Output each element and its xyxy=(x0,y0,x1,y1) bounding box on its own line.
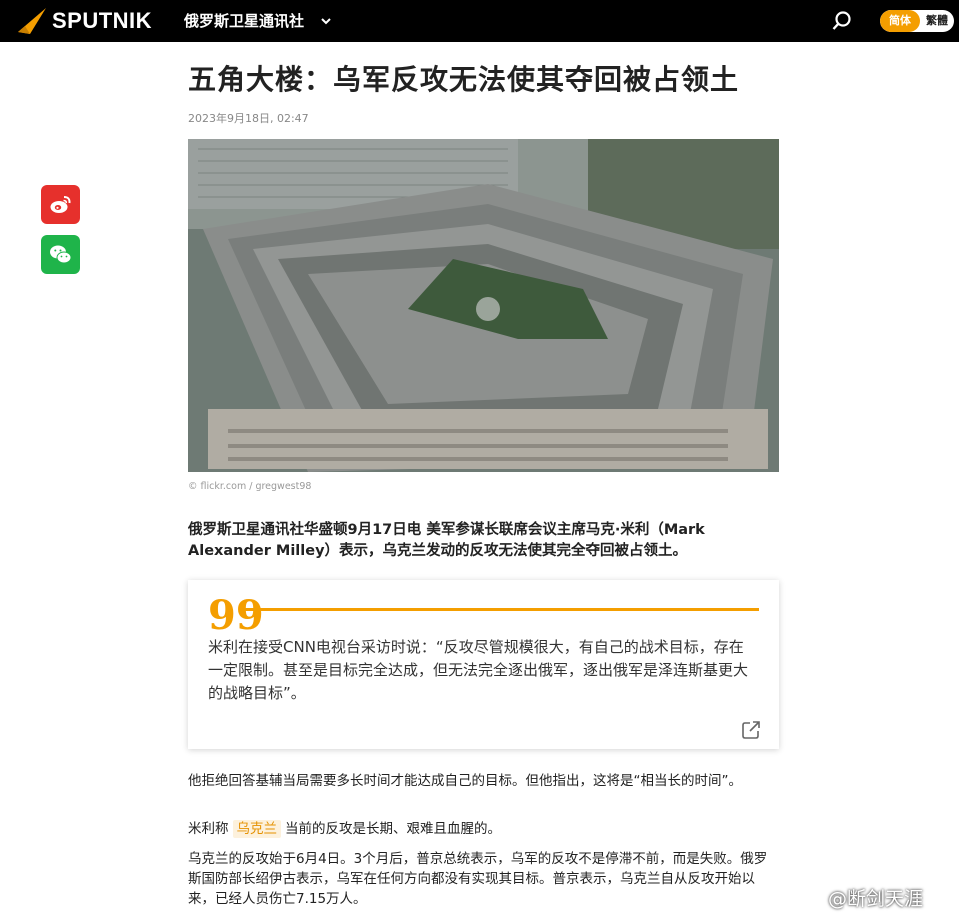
weibo-icon xyxy=(50,196,71,213)
weibo-watermark-icon xyxy=(791,887,822,910)
image-credit: © flickr.com / gregwest98 xyxy=(188,481,312,492)
article-title: 五角大楼：乌军反攻无法使其夺回被占领土 xyxy=(188,63,740,96)
article-photo-pentagon xyxy=(188,139,779,472)
lang-traditional-button[interactable]: 繁體 xyxy=(920,10,954,32)
logo-text: SPUTNIK xyxy=(52,8,153,33)
article-paragraph: 乌克兰的反攻始于6月4日。3个月后，普京总统表示，乌军的反攻不是停滞不前，而是失… xyxy=(188,851,768,907)
wechat-share-button[interactable] xyxy=(41,235,80,274)
sputnik-logo[interactable]: SPUTNIK xyxy=(16,5,152,37)
chevron-down-icon[interactable] xyxy=(320,15,332,27)
tag-link-ukraine[interactable]: 乌克兰 xyxy=(232,820,281,838)
quote-text: 米利在接受CNN电视台采访时说：“反攻尽管规模很大，有自己的战术目标，存在一定限… xyxy=(208,638,749,702)
paragraph-text: 当前的反攻是长期、艰难且血腥的。 xyxy=(285,821,501,837)
quote-mark-icon: 99 xyxy=(208,592,264,639)
top-navigation-bar: SPUTNIK 俄罗斯卫星通讯社 简体 繁體 xyxy=(0,0,959,42)
site-name[interactable]: 俄罗斯卫星通讯社 xyxy=(184,10,304,31)
sputnik-logo-icon xyxy=(18,8,46,34)
search-icon[interactable] xyxy=(831,10,853,32)
share-icon[interactable] xyxy=(741,720,761,740)
wechat-icon xyxy=(50,245,72,264)
quote-divider xyxy=(243,608,759,611)
weibo-share-button[interactable] xyxy=(41,185,80,224)
article-lead: 俄罗斯卫星通讯社华盛顿9月17日电 美军参谋长联席会议主席马克·米利（Mark … xyxy=(188,522,705,559)
watermark-text: @断剑天涯 xyxy=(828,888,924,910)
paragraph-text: 米利称 xyxy=(188,821,229,837)
article-paragraph: 他拒绝回答基辅当局需要多长时间才能达成自己的目标。但他指出，这将是“相当长的时间… xyxy=(188,773,742,789)
quote-block: 99 米利在接受CNN电视台采访时说：“反攻尽管规模很大，有自己的战术目标，存在… xyxy=(188,580,779,749)
watermark: @断剑天涯 xyxy=(790,884,923,911)
lang-simplified-button[interactable]: 简体 xyxy=(880,10,920,32)
language-switcher: 简体 繁體 xyxy=(880,10,954,32)
article-paragraph: 米利称 乌克兰 当前的反攻是长期、艰难且血腥的。 xyxy=(188,819,780,839)
article-date: 2023年9月18日, 02:47 xyxy=(188,112,309,125)
